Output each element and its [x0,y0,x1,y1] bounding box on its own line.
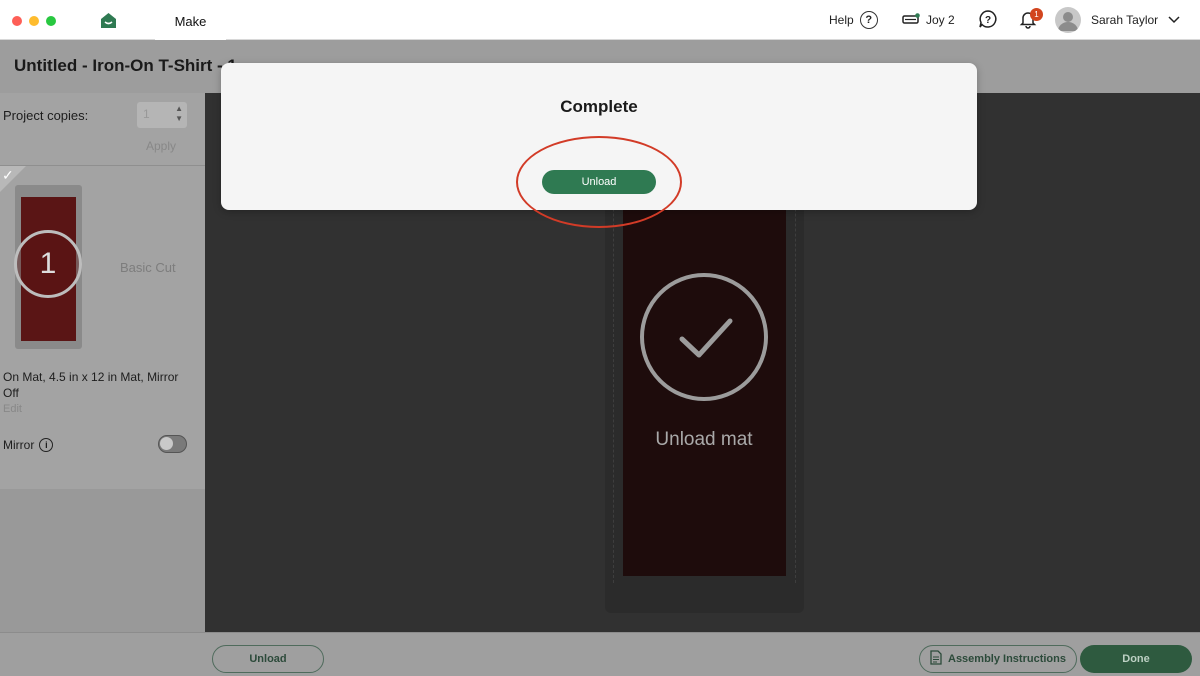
help-button[interactable]: Help ? [829,0,878,40]
mat-info-text: On Mat, 4.5 in x 12 in Mat, Mirror Off [3,370,179,400]
notifications-button[interactable]: 1 [1018,0,1043,40]
help-label: Help [829,13,854,27]
mirror-toggle[interactable] [158,435,187,453]
unload-button-label: Unload [249,653,287,665]
top-bar: Make Help ? Joy 2 ? 1 Sarah Taylor [0,0,1200,40]
unload-mat-label: Unload mat [655,429,753,450]
dialog-unload-label: Unload [581,176,617,188]
mat-sidebar: Project copies: 1 ▲ ▼ Apply ✓ 1 Basic Cut… [0,93,205,489]
user-menu[interactable]: Sarah Taylor [1055,0,1180,40]
done-button[interactable]: Done [1080,645,1192,673]
chat-help-button[interactable]: ? [978,0,998,40]
copies-stepper-icon[interactable]: ▲ ▼ [175,104,183,124]
info-icon[interactable]: i [39,438,54,452]
document-icon [930,650,942,668]
check-icon: ✓ [2,167,14,183]
copies-value: 1 [143,107,150,121]
mat-number-badge: 1 [14,230,82,298]
dialog-unload-button[interactable]: Unload [542,170,656,194]
sidebar-empty-area [0,489,205,632]
chevron-down-icon [1168,13,1180,27]
window-close-button[interactable] [12,16,22,26]
home-icon[interactable] [100,12,117,29]
user-name: Sarah Taylor [1091,13,1159,27]
tab-make-label: Make [174,14,207,29]
page-title: Untitled - Iron-On T-Shirt - 1 [14,56,237,75]
edit-link[interactable]: Edit [3,403,22,415]
chat-question-icon: ? [978,9,998,32]
toggle-knob [160,437,173,450]
machine-selector[interactable]: Joy 2 [902,0,955,40]
done-button-label: Done [1122,653,1150,665]
avatar [1055,7,1081,33]
svg-text:?: ? [985,15,991,26]
machine-icon [902,13,920,27]
divider [0,165,205,166]
apply-button[interactable]: Apply [146,139,176,153]
mat-number: 1 [39,247,57,280]
project-copies-label: Project copies: [3,108,89,123]
help-icon: ? [859,11,878,29]
mirror-label: Mirror [3,438,35,452]
unload-button[interactable]: Unload [212,645,324,673]
complete-dialog: Complete Unload [221,63,977,210]
check-circle-icon [640,273,768,401]
window-minimize-button[interactable] [29,16,39,26]
cut-type-label: Basic Cut [120,260,176,275]
notification-badge: 1 [1030,8,1043,21]
bottom-bar: Unload Assembly Instructions Done [0,632,1200,676]
project-copies-input[interactable]: 1 ▲ ▼ [137,102,187,128]
window-zoom-button[interactable] [46,16,56,26]
assembly-instructions-label: Assembly Instructions [948,653,1066,665]
mirror-row: Mirror i [3,438,54,452]
assembly-instructions-button[interactable]: Assembly Instructions [919,645,1077,673]
dialog-title: Complete [560,97,638,116]
tab-make[interactable]: Make [155,5,226,40]
machine-label: Joy 2 [926,13,955,27]
